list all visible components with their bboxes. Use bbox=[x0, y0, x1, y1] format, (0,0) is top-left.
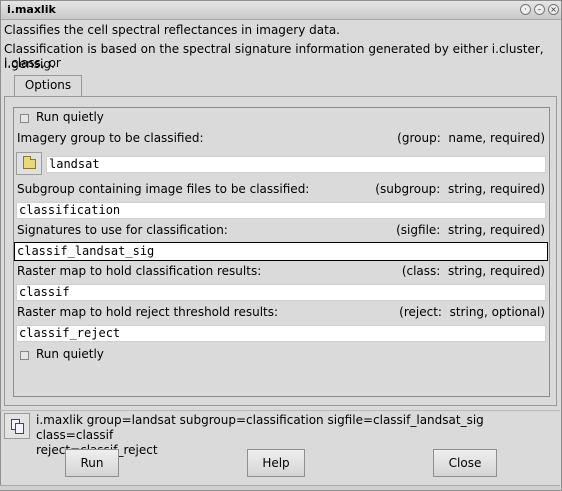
reject-requirement: (reject: string, optional) bbox=[399, 305, 545, 319]
subgroup-requirement: (subgroup: string, required) bbox=[375, 182, 545, 196]
description-line-2: Classification is based on the spectral … bbox=[4, 42, 544, 70]
help-button[interactable]: Help bbox=[247, 449, 305, 477]
class-input[interactable]: classif bbox=[16, 284, 546, 301]
description-line-3: i.gensig. bbox=[4, 57, 55, 71]
browse-button[interactable] bbox=[16, 152, 42, 175]
run-quietly-checkbox-top[interactable] bbox=[20, 114, 29, 123]
status-strip bbox=[0, 485, 560, 490]
copy-icon bbox=[5, 414, 29, 438]
window-title: i.maxlik bbox=[7, 3, 56, 16]
close-window-icon[interactable]: × bbox=[548, 4, 559, 15]
group-label: Imagery group to be classified: bbox=[17, 131, 204, 145]
tab-options[interactable]: Options bbox=[14, 75, 82, 96]
run-quietly-label-top: Run quietly bbox=[36, 110, 104, 124]
sigfile-input[interactable]: classif_landsat_sig bbox=[14, 242, 548, 261]
title-bar[interactable]: i.maxlik · – × bbox=[1, 1, 561, 20]
command-line-1: i.maxlik group=landsat subgroup=classifi… bbox=[36, 413, 484, 442]
group-requirement: (group: name, required) bbox=[397, 131, 545, 145]
close-button[interactable]: Close bbox=[433, 449, 497, 477]
description-line-1: Classifies the cell spectral reflectance… bbox=[4, 23, 340, 37]
menu-icon[interactable]: · bbox=[520, 4, 531, 15]
group-input[interactable]: landsat bbox=[46, 156, 546, 173]
subgroup-label: Subgroup containing image files to be cl… bbox=[17, 182, 310, 196]
class-requirement: (class: string, required) bbox=[401, 264, 545, 278]
copy-command-button[interactable] bbox=[4, 413, 30, 439]
class-label: Raster map to hold classification result… bbox=[17, 264, 262, 278]
run-quietly-label-bottom: Run quietly bbox=[36, 347, 104, 361]
sigfile-requirement: (sigfile: string, required) bbox=[396, 223, 545, 237]
reject-label: Raster map to hold reject threshold resu… bbox=[17, 305, 279, 319]
run-button[interactable]: Run bbox=[65, 449, 119, 477]
run-quietly-checkbox-bottom[interactable] bbox=[20, 351, 29, 360]
separator bbox=[0, 410, 560, 411]
reject-input[interactable]: classif_reject bbox=[16, 325, 546, 342]
folder-icon bbox=[23, 156, 36, 169]
subgroup-input[interactable]: classification bbox=[16, 202, 546, 219]
minimize-icon[interactable]: – bbox=[534, 4, 545, 15]
sigfile-label: Signatures to use for classification: bbox=[17, 223, 228, 237]
